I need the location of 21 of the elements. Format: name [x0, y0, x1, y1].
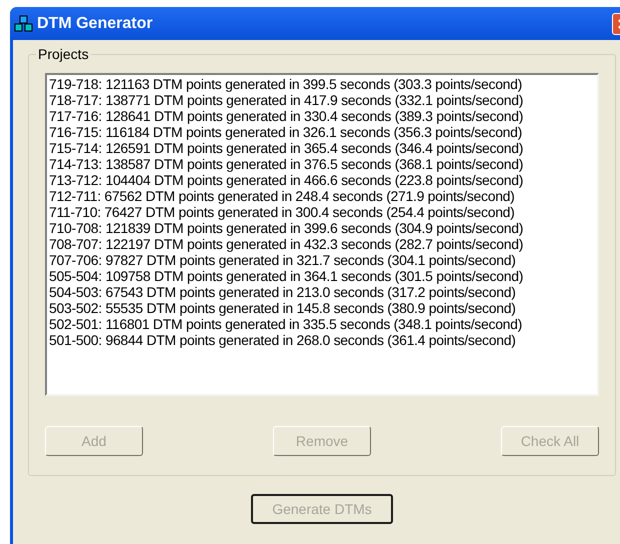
- list-item[interactable]: 718-717: 138771 DTM points generated in 417.9 seconds (332.1 points/second): [49, 92, 524, 108]
- list-item[interactable]: 502-501: 116801 DTM points generated in 335.5 seconds (348.1 points/second): [49, 316, 522, 332]
- list-item[interactable]: 716-715: 116184 DTM points generated in 326.1 seconds (356.3 points/second): [49, 124, 522, 140]
- list-item[interactable]: 710-708: 121839 DTM points generated in 399.6 seconds (304.9 points/second): [49, 220, 524, 236]
- list-item[interactable]: 504-503: 67543 DTM points generated in 213.0 seconds (317.2 points/second): [49, 284, 516, 300]
- list-item[interactable]: 503-502: 55535 DTM points generated in 145.8 seconds (380.9 points/second): [49, 300, 516, 316]
- list-item[interactable]: 501-500: 96844 DTM points generated in 268.0 seconds (361.4 points/second): [49, 332, 516, 348]
- list-item[interactable]: 505-504: 109758 DTM points generated in 364.1 seconds (301.5 points/second): [49, 268, 524, 284]
- list-item[interactable]: 713-712: 104404 DTM points generated in 466.6 seconds (223.8 points/second): [49, 172, 524, 188]
- list-item[interactable]: 712-711: 67562 DTM points generated in 248.4 seconds (271.9 points/second): [49, 188, 515, 204]
- cubes-icon: [14, 14, 34, 32]
- group-label: Projects: [36, 46, 91, 62]
- list-item[interactable]: 707-706: 97827 DTM points generated in 321.7 seconds (304.1 points/second): [49, 252, 516, 268]
- list-item[interactable]: 711-710: 76427 DTM points generated in 300.4 seconds (254.4 points/second): [49, 204, 515, 220]
- list-item[interactable]: 708-707: 122197 DTM points generated in 432.3 seconds (282.7 points/second): [49, 236, 524, 252]
- projects-list[interactable]: [45, 73, 599, 396]
- list-item[interactable]: 717-716: 128641 DTM points generated in 330.4 seconds (389.3 points/second): [49, 108, 524, 124]
- list-item[interactable]: 719-718: 121163 DTM points generated in 399.5 seconds (303.3 points/second): [49, 76, 522, 92]
- window-title: DTM Generator: [37, 14, 153, 34]
- list-item[interactable]: 715-714: 126591 DTM points generated in 365.4 seconds (346.4 points/second): [49, 140, 524, 156]
- list-item[interactable]: 714-713: 138587 DTM points generated in 376.5 seconds (368.1 points/second): [49, 156, 524, 172]
